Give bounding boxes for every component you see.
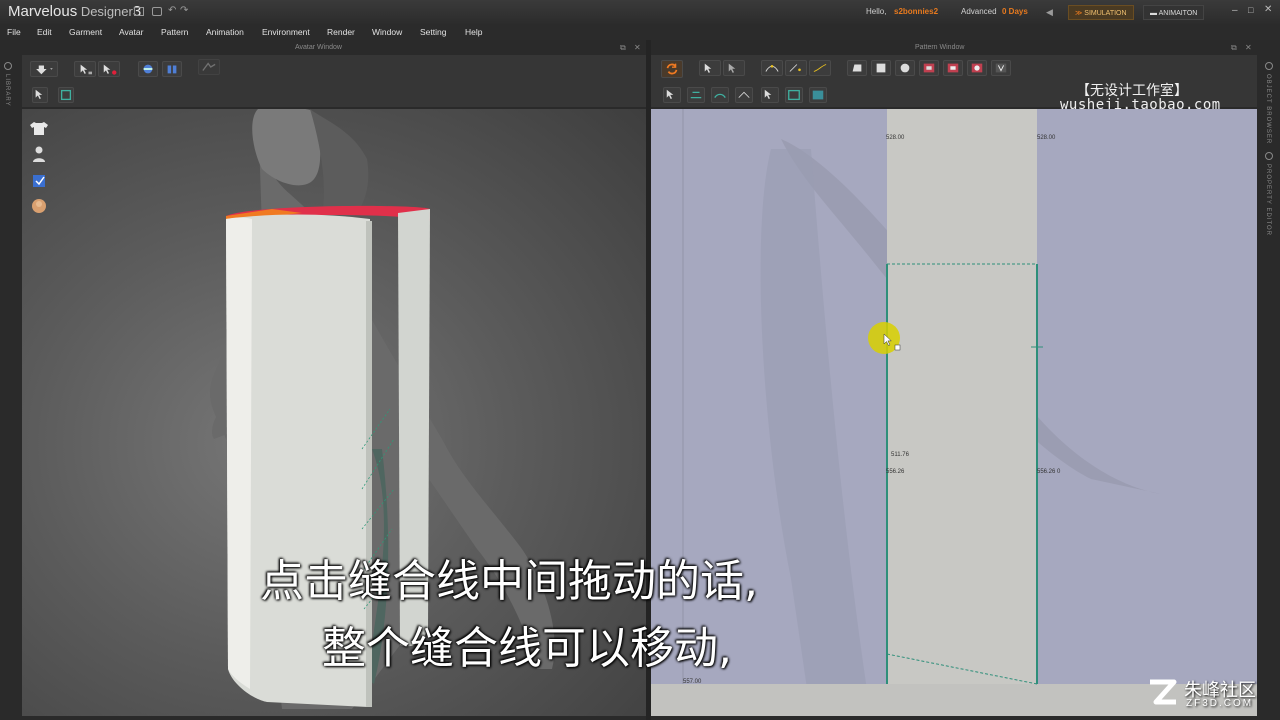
add-point-icon[interactable]: [785, 60, 807, 76]
measure-seam-b: 556.26: [886, 469, 905, 475]
menu-garment[interactable]: Garment: [69, 27, 102, 37]
avatar-window-restore-icon[interactable]: ⧉: [620, 43, 626, 53]
transform-pattern-icon[interactable]: [761, 87, 779, 103]
app-title-rest: Designer: [77, 4, 133, 19]
menu-animation[interactable]: Animation: [206, 27, 244, 37]
internal-polygon-icon[interactable]: [919, 60, 939, 76]
circle-icon[interactable]: [895, 60, 915, 76]
hello-label: Hello,: [866, 7, 887, 16]
edit-sewing-icon[interactable]: [711, 87, 729, 103]
head-icon[interactable]: [28, 197, 50, 215]
polygon-icon[interactable]: [847, 60, 867, 76]
menu-file[interactable]: File: [7, 27, 21, 37]
close-icon[interactable]: ✕: [1264, 4, 1272, 15]
menu-help[interactable]: Help: [465, 27, 482, 37]
avatar-back-icon[interactable]: [162, 61, 182, 77]
select-move-icon[interactable]: [74, 61, 96, 77]
tshirt-icon[interactable]: [28, 119, 50, 137]
animation-tab[interactable]: ▬ ANIMAITON: [1143, 5, 1205, 20]
measure-top-right: 528.00: [1037, 135, 1056, 141]
property-editor-icon[interactable]: [1265, 152, 1273, 160]
simulation-tab-label: SIMULATION: [1084, 10, 1127, 17]
object-browser-icon[interactable]: [1265, 62, 1273, 70]
avatar-toolbar: [22, 55, 646, 83]
menu-setting[interactable]: Setting: [420, 27, 446, 37]
undo-icon[interactable]: ↶: [168, 5, 176, 16]
pattern-edit-icon[interactable]: [723, 60, 745, 76]
app-title: Marvelous Designer3: [8, 3, 141, 20]
avatar-window-title: Avatar Window: [295, 44, 342, 51]
avatar-window-close-icon[interactable]: ✕: [634, 43, 641, 52]
menu-avatar[interactable]: Avatar: [119, 27, 143, 37]
avatar-body-icon[interactable]: [28, 145, 50, 163]
texture-icon[interactable]: [809, 87, 827, 103]
redo-icon[interactable]: ↷: [180, 5, 188, 16]
tack-icon[interactable]: [735, 87, 753, 103]
animation-tab-icon: ▬: [1150, 10, 1157, 17]
menu-edit[interactable]: Edit: [37, 27, 52, 37]
back-icon[interactable]: ◀: [1046, 7, 1053, 18]
open-icon[interactable]: [152, 7, 162, 16]
refresh-icon[interactable]: [661, 60, 683, 78]
avatar-front-icon[interactable]: [138, 61, 158, 77]
avatar-toolbar-2: [22, 83, 646, 107]
pattern-window-title: Pattern Window: [915, 44, 965, 51]
pattern-viewport[interactable]: 528.00 528.00 511.76 556.26 556.26 0 557…: [651, 109, 1257, 716]
library-label[interactable]: LIBRARY: [4, 74, 10, 107]
animation-tab-label: ANIMAITON: [1158, 10, 1198, 17]
fold-arrange-icon[interactable]: [58, 87, 74, 103]
pattern-window-close-icon[interactable]: ✕: [1245, 43, 1252, 52]
brand-logo-icon: [1146, 676, 1180, 710]
measure-seam-c: 556.26 0: [1037, 469, 1061, 475]
menu-environment[interactable]: Environment: [262, 27, 310, 37]
property-editor-label[interactable]: PROPERTY EDITOR: [1265, 164, 1271, 236]
internal-rectangle-icon[interactable]: [943, 60, 963, 76]
days-label: 0 Days: [1002, 7, 1028, 16]
library-icon[interactable]: [4, 62, 12, 70]
rectangle-icon[interactable]: [871, 60, 891, 76]
free-sewing-icon[interactable]: [687, 87, 705, 103]
simulation-tab-icon: ≫: [1075, 10, 1083, 17]
user-name[interactable]: s2bonnies2: [894, 7, 938, 16]
menu-render[interactable]: Render: [327, 27, 355, 37]
curve-point-icon[interactable]: [761, 60, 783, 76]
menu-window[interactable]: Window: [372, 27, 402, 37]
edit-curvature-icon[interactable]: [809, 60, 831, 76]
save-icon[interactable]: [134, 7, 144, 16]
title-bar: Marvelous Designer3 ↶ ↷ Hello, s2bonnies…: [0, 0, 1280, 24]
pattern-select-icon[interactable]: [699, 60, 721, 76]
drop-down-arrow-icon[interactable]: [30, 61, 58, 77]
object-browser-label[interactable]: OBJECT BROWSER: [1265, 74, 1271, 144]
pattern-piece-front[interactable]: [887, 109, 1037, 684]
segment-sewing-icon[interactable]: [663, 87, 681, 103]
plan-label: Advanced: [961, 7, 997, 16]
cube-icon[interactable]: [28, 171, 50, 189]
transform-select-icon[interactable]: [32, 87, 48, 103]
subtitle-line-1: 点击缝合线中间拖动的话,: [260, 556, 758, 607]
maximize-icon[interactable]: □: [1248, 5, 1253, 15]
cursor-box-icon: [894, 344, 901, 351]
library-strip: LIBRARY: [0, 40, 22, 720]
pattern-toolbar: [651, 55, 1257, 83]
subtitle-line-2: 整个缝合线可以移动,: [322, 623, 732, 674]
pattern-canvas: [651, 109, 1257, 716]
measure-seam-a: 511.76: [891, 452, 909, 458]
cloth-panel-highlight: [226, 217, 252, 689]
app-title-main: Marvelous: [8, 3, 78, 20]
brand-url: ZF3D.COM: [1186, 698, 1254, 709]
internal-circle-icon[interactable]: [967, 60, 987, 76]
select-points-icon[interactable]: [98, 61, 120, 77]
measure-top-left: 528.00: [886, 135, 905, 141]
measure-bottom: 557.00: [683, 679, 702, 685]
simulate-icon[interactable]: [198, 59, 220, 75]
simulation-tab[interactable]: ≫ SIMULATION: [1068, 5, 1134, 20]
menu-pattern[interactable]: Pattern: [161, 27, 188, 37]
menu-bar: File Edit Garment Avatar Pattern Animati…: [0, 24, 1280, 40]
minimize-icon[interactable]: –: [1232, 5, 1238, 16]
pattern-window-restore-icon[interactable]: ⧉: [1231, 43, 1237, 53]
right-side-strip: OBJECT BROWSER PROPERTY EDITOR: [1257, 40, 1280, 720]
arrangement-icon[interactable]: [785, 87, 803, 103]
dart-icon[interactable]: [991, 60, 1011, 76]
